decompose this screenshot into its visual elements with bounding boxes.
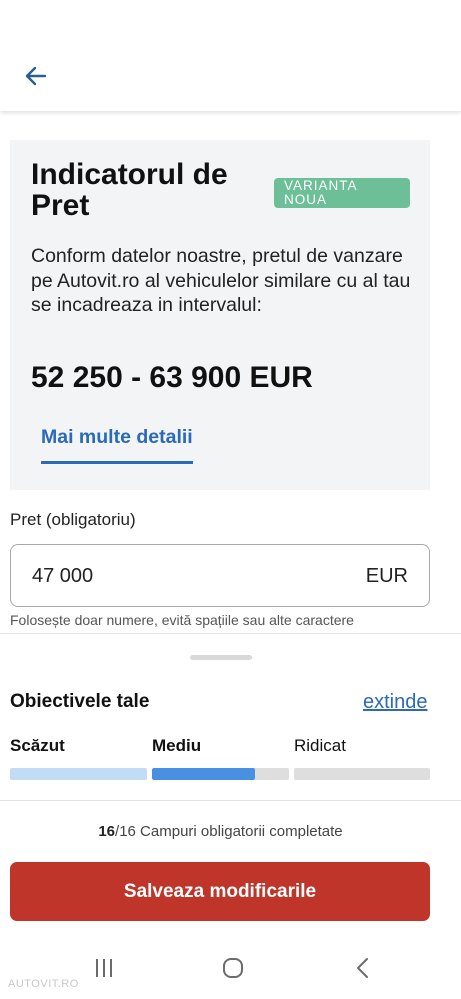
save-button[interactable]: Salveaza modificarile <box>10 862 430 921</box>
level-bar-medium-fill <box>152 768 255 780</box>
watermark: AUTOVIT.RO <box>8 978 79 990</box>
price-input[interactable]: 47 000 EUR <box>10 544 430 607</box>
completion-text: /16 Campuri obligatorii completate <box>115 823 343 840</box>
level-bar-low <box>10 768 147 780</box>
sheet-drag-handle[interactable] <box>190 655 252 660</box>
back-chevron-icon <box>357 958 368 978</box>
level-label-high: Ridicat <box>294 736 346 755</box>
app-header <box>0 0 461 111</box>
price-input-value[interactable]: 47 000 <box>32 565 93 588</box>
more-details-link[interactable]: Mai multe detalii <box>41 426 193 464</box>
level-bar-low-fill <box>10 768 147 780</box>
price-currency: EUR <box>365 565 408 587</box>
back-button[interactable] <box>20 60 52 92</box>
arrow-left-icon <box>25 66 47 86</box>
level-label-low: Scăzut <box>10 736 65 755</box>
recent-apps-icon <box>96 959 112 977</box>
price-hint: Folosește doar numere, evită spațiile sa… <box>10 612 354 628</box>
completed-count: 16 <box>98 823 116 840</box>
nav-back-button[interactable] <box>348 954 378 982</box>
price-indicator-card: Indicatorul de Pret VARIANTA NOUA Confor… <box>10 140 430 490</box>
divider <box>0 800 461 801</box>
price-range: 52 250 - 63 900 EUR <box>31 361 313 394</box>
new-version-badge: VARIANTA NOUA <box>274 178 410 208</box>
completion-status: 16/16 Campuri obligatorii completate <box>0 823 441 840</box>
recent-apps-button[interactable] <box>89 954 119 982</box>
home-button[interactable] <box>218 954 248 982</box>
home-icon <box>223 958 243 978</box>
system-nav-bar <box>0 940 461 999</box>
level-bar-high <box>294 768 430 780</box>
level-label-medium: Mediu <box>152 736 202 755</box>
level-bar-medium <box>152 768 289 780</box>
goals-title: Obiectivele tale <box>10 691 150 712</box>
card-description: Conform datelor noastre, pretul de vanza… <box>31 245 411 316</box>
price-field-label: Pret (obligatoriu) <box>10 510 136 529</box>
expand-link[interactable]: extinde <box>363 691 428 714</box>
card-title: Indicatorul de Pret <box>31 158 228 222</box>
